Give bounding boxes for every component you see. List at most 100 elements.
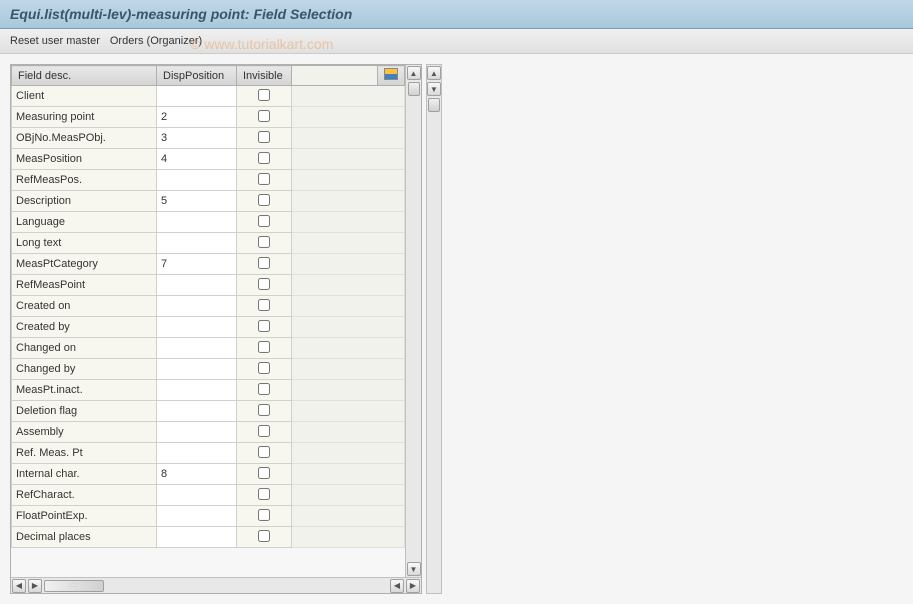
- invisible-checkbox[interactable]: [258, 89, 270, 101]
- disp-position-cell[interactable]: [157, 443, 237, 464]
- reset-user-master-button[interactable]: Reset user master: [10, 35, 100, 47]
- invisible-checkbox[interactable]: [258, 509, 270, 521]
- invisible-checkbox[interactable]: [258, 173, 270, 185]
- table-row[interactable]: MeasPtCategory7: [12, 254, 405, 275]
- disp-position-cell[interactable]: [157, 338, 237, 359]
- invisible-checkbox[interactable]: [258, 257, 270, 269]
- invisible-checkbox[interactable]: [258, 425, 270, 437]
- disp-position-cell[interactable]: [157, 485, 237, 506]
- field-desc-cell[interactable]: FloatPointExp.: [12, 506, 157, 527]
- field-desc-cell[interactable]: Assembly: [12, 422, 157, 443]
- disp-position-cell[interactable]: [157, 170, 237, 191]
- scroll-down-button[interactable]: ▼: [407, 562, 421, 576]
- col-header-field-desc[interactable]: Field desc.: [12, 66, 157, 86]
- invisible-checkbox[interactable]: [258, 488, 270, 500]
- table-row[interactable]: Description5: [12, 191, 405, 212]
- invisible-checkbox[interactable]: [258, 383, 270, 395]
- table-row[interactable]: MeasPosition4: [12, 149, 405, 170]
- outer-vertical-scrollbar[interactable]: ▲ ▼: [426, 64, 442, 594]
- field-desc-cell[interactable]: OBjNo.MeasPObj.: [12, 128, 157, 149]
- field-desc-cell[interactable]: MeasPosition: [12, 149, 157, 170]
- field-desc-cell[interactable]: Decimal places: [12, 527, 157, 548]
- disp-position-cell[interactable]: [157, 359, 237, 380]
- field-desc-cell[interactable]: Description: [12, 191, 157, 212]
- disp-position-cell[interactable]: [157, 233, 237, 254]
- disp-position-cell[interactable]: 2: [157, 107, 237, 128]
- disp-position-cell[interactable]: 7: [157, 254, 237, 275]
- disp-position-cell[interactable]: [157, 212, 237, 233]
- field-desc-cell[interactable]: RefMeasPos.: [12, 170, 157, 191]
- horizontal-scrollbar[interactable]: ◀ ▶ ::: ◀ ▶: [11, 577, 421, 593]
- disp-position-cell[interactable]: [157, 422, 237, 443]
- field-desc-cell[interactable]: Changed on: [12, 338, 157, 359]
- disp-position-cell[interactable]: 3: [157, 128, 237, 149]
- invisible-checkbox[interactable]: [258, 278, 270, 290]
- invisible-checkbox[interactable]: [258, 404, 270, 416]
- disp-position-cell[interactable]: 8: [157, 464, 237, 485]
- table-row[interactable]: Created on: [12, 296, 405, 317]
- invisible-checkbox[interactable]: [258, 215, 270, 227]
- field-desc-cell[interactable]: Internal char.: [12, 464, 157, 485]
- table-row[interactable]: Measuring point2: [12, 107, 405, 128]
- field-desc-cell[interactable]: Client: [12, 86, 157, 107]
- table-row[interactable]: Client: [12, 86, 405, 107]
- invisible-checkbox[interactable]: [258, 299, 270, 311]
- table-row[interactable]: RefCharact.: [12, 485, 405, 506]
- table-row[interactable]: Long text: [12, 233, 405, 254]
- table-row[interactable]: Language: [12, 212, 405, 233]
- table-row[interactable]: OBjNo.MeasPObj.3: [12, 128, 405, 149]
- table-row[interactable]: Deletion flag: [12, 401, 405, 422]
- table-row[interactable]: MeasPt.inact.: [12, 380, 405, 401]
- disp-position-cell[interactable]: [157, 296, 237, 317]
- table-config-button[interactable]: [378, 66, 405, 86]
- col-header-disp-position[interactable]: DispPosition: [157, 66, 237, 86]
- invisible-checkbox[interactable]: [258, 446, 270, 458]
- disp-position-cell[interactable]: 5: [157, 191, 237, 212]
- invisible-checkbox[interactable]: [258, 341, 270, 353]
- invisible-checkbox[interactable]: [258, 152, 270, 164]
- disp-position-cell[interactable]: [157, 86, 237, 107]
- field-desc-cell[interactable]: Created by: [12, 317, 157, 338]
- table-row[interactable]: Decimal places: [12, 527, 405, 548]
- field-desc-cell[interactable]: Measuring point: [12, 107, 157, 128]
- scroll-right-button-2[interactable]: ▶: [406, 579, 420, 593]
- table-row[interactable]: Internal char.8: [12, 464, 405, 485]
- col-header-invisible[interactable]: Invisible: [237, 66, 292, 86]
- invisible-checkbox[interactable]: [258, 362, 270, 374]
- scroll-right-button[interactable]: ▶: [28, 579, 42, 593]
- horizontal-scroll-thumb[interactable]: :::: [44, 580, 104, 592]
- field-desc-cell[interactable]: Created on: [12, 296, 157, 317]
- field-desc-cell[interactable]: MeasPt.inact.: [12, 380, 157, 401]
- invisible-checkbox[interactable]: [258, 194, 270, 206]
- inner-vertical-scrollbar[interactable]: ▲ ▼: [405, 65, 421, 577]
- field-desc-cell[interactable]: Changed by: [12, 359, 157, 380]
- field-desc-cell[interactable]: Deletion flag: [12, 401, 157, 422]
- scroll-left-button-2[interactable]: ◀: [390, 579, 404, 593]
- orders-organizer-button[interactable]: Orders (Organizer): [110, 35, 202, 47]
- outer-scroll-down-button[interactable]: ▼: [427, 82, 441, 96]
- outer-vertical-scroll-thumb[interactable]: [428, 98, 440, 112]
- table-row[interactable]: Changed by: [12, 359, 405, 380]
- invisible-checkbox[interactable]: [258, 131, 270, 143]
- scroll-left-button[interactable]: ◀: [12, 579, 26, 593]
- invisible-checkbox[interactable]: [258, 236, 270, 248]
- disp-position-cell[interactable]: 4: [157, 149, 237, 170]
- disp-position-cell[interactable]: [157, 401, 237, 422]
- table-row[interactable]: RefMeasPos.: [12, 170, 405, 191]
- invisible-checkbox[interactable]: [258, 110, 270, 122]
- invisible-checkbox[interactable]: [258, 320, 270, 332]
- disp-position-cell[interactable]: [157, 506, 237, 527]
- field-desc-cell[interactable]: Language: [12, 212, 157, 233]
- disp-position-cell[interactable]: [157, 380, 237, 401]
- outer-scroll-up-button[interactable]: ▲: [427, 66, 441, 80]
- table-row[interactable]: Created by: [12, 317, 405, 338]
- field-desc-cell[interactable]: RefCharact.: [12, 485, 157, 506]
- field-desc-cell[interactable]: RefMeasPoint: [12, 275, 157, 296]
- field-desc-cell[interactable]: Ref. Meas. Pt: [12, 443, 157, 464]
- table-row[interactable]: Assembly: [12, 422, 405, 443]
- disp-position-cell[interactable]: [157, 275, 237, 296]
- table-row[interactable]: RefMeasPoint: [12, 275, 405, 296]
- disp-position-cell[interactable]: [157, 317, 237, 338]
- table-row[interactable]: Ref. Meas. Pt: [12, 443, 405, 464]
- vertical-scroll-thumb[interactable]: [408, 82, 420, 96]
